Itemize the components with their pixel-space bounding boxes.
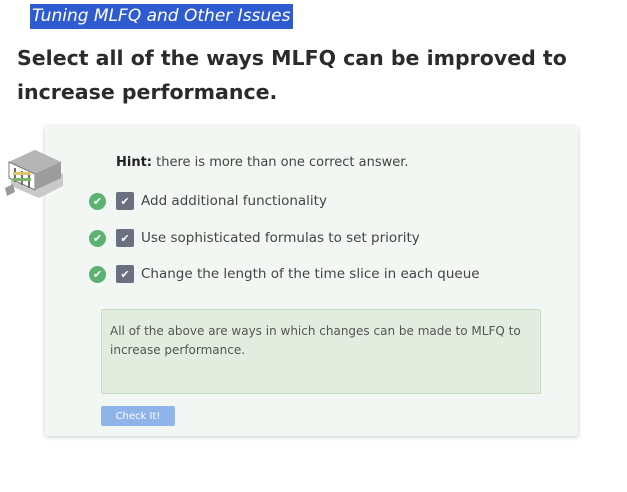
correct-check-icon: ✔ (89, 192, 106, 210)
option-label: Use sophisticated formulas to set priori… (141, 230, 420, 246)
option-label: Change the length of the time slice in e… (141, 266, 480, 282)
option-label: Add additional functionality (141, 193, 327, 209)
hint-text: there is more than one correct answer. (152, 155, 409, 170)
option-checkbox[interactable]: ✔ (116, 192, 134, 210)
option-row[interactable]: ✔ ✔ Change the length of the time slice … (89, 264, 480, 284)
option-row[interactable]: ✔ ✔ Use sophisticated formulas to set pr… (89, 228, 420, 248)
correct-check-icon: ✔ (89, 229, 106, 247)
section-title: Tuning MLFQ and Other Issues (30, 4, 293, 29)
hint: Hint: there is more than one correct ans… (116, 155, 409, 170)
correct-check-icon: ✔ (89, 265, 106, 283)
option-checkbox[interactable]: ✔ (116, 265, 134, 283)
option-row[interactable]: ✔ ✔ Add additional functionality (89, 191, 327, 211)
check-it-button[interactable]: Check It! (101, 406, 175, 426)
question-text: Select all of the ways MLFQ can be impro… (17, 46, 567, 104)
option-checkbox[interactable]: ✔ (116, 229, 134, 247)
feedback-box: All of the above are ways in which chang… (101, 309, 541, 394)
hint-label: Hint: (116, 155, 153, 170)
robot-icon (5, 150, 63, 198)
